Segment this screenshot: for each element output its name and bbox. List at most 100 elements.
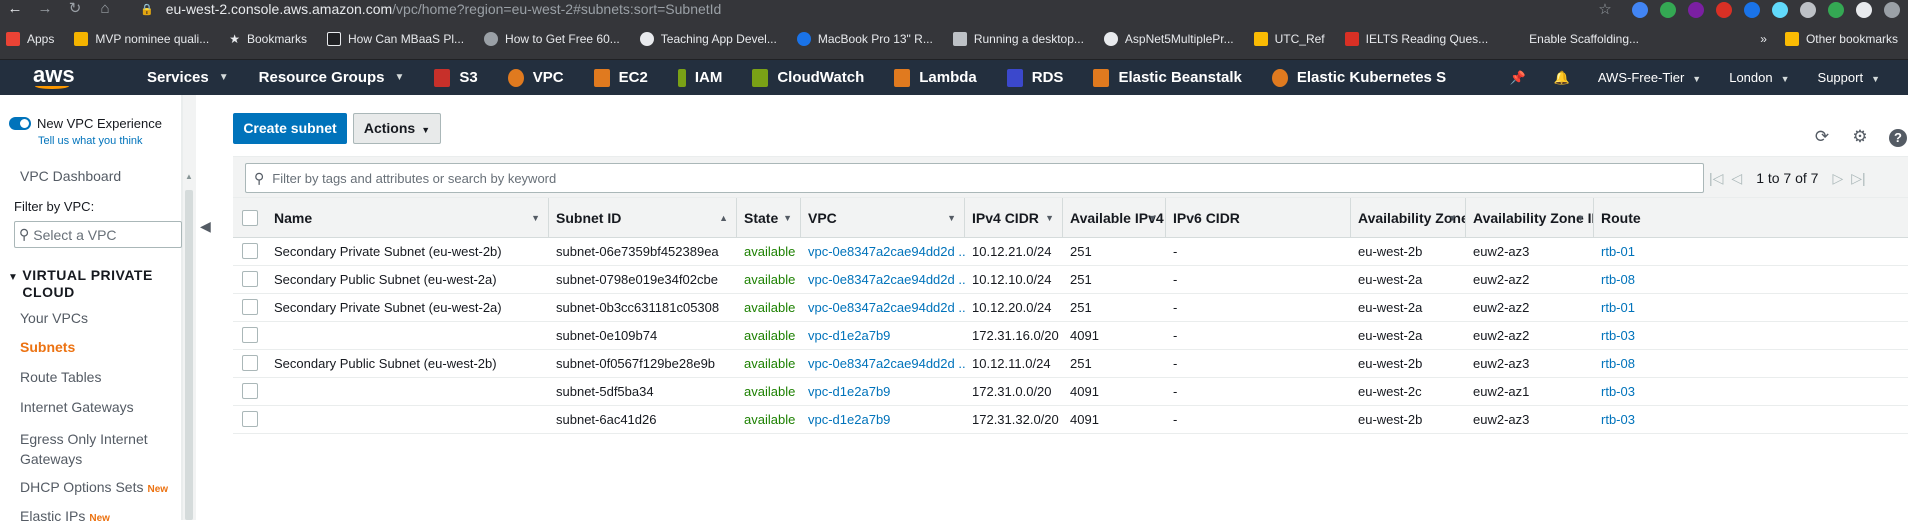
table-row[interactable]: Secondary Private Subnet (eu-west-2b) sub… xyxy=(233,238,1908,266)
create-subnet-button[interactable]: Create subnet xyxy=(233,113,347,144)
sidebar-item-vpc-dashboard[interactable]: VPC Dashboard xyxy=(20,168,121,184)
shortcut-rds[interactable]: RDS xyxy=(1006,68,1063,87)
shortcut-vpc[interactable]: VPC xyxy=(507,68,564,87)
shortcut-iam[interactable]: IAM xyxy=(677,68,722,87)
profile-avatar[interactable] xyxy=(1884,2,1900,18)
pin-icon[interactable]: 📌 xyxy=(1509,70,1525,86)
bookmark-item[interactable]: UTC_Ref xyxy=(1253,31,1325,46)
bookmark-item[interactable]: How Can MBaaS Pl... xyxy=(327,31,464,46)
sidebar-scroll-thumb[interactable] xyxy=(185,190,193,520)
bookmark-item[interactable]: MVP nominee quali... xyxy=(74,31,209,46)
extension-icon[interactable] xyxy=(1800,2,1816,18)
star-icon[interactable]: ☆ xyxy=(1590,1,1620,19)
route-table-link[interactable]: rtb-01 xyxy=(1594,294,1654,322)
scroll-up-icon[interactable]: ▲ xyxy=(185,172,193,181)
shortcut-elastic-beanstalk[interactable]: Elastic Beanstalk xyxy=(1093,68,1242,87)
last-page-icon[interactable]: ▷| xyxy=(1851,170,1865,187)
feedback-link[interactable]: Tell us what you think xyxy=(38,135,143,147)
row-checkbox[interactable] xyxy=(242,299,258,315)
extension-icon[interactable] xyxy=(1744,2,1760,18)
bookmark-item[interactable]: How to Get Free 60... xyxy=(484,31,620,46)
first-page-icon[interactable]: |◁ xyxy=(1709,170,1723,187)
grammarly-icon[interactable] xyxy=(1660,2,1676,18)
actions-button[interactable]: Actions ▼ xyxy=(353,113,441,144)
sidebar-item-your-vpcs[interactable]: Your VPCs xyxy=(20,310,88,326)
bookmark-item[interactable]: AspNet5MultiplePr... xyxy=(1103,31,1234,46)
column-header-ipv4-cidr[interactable]: IPv4 CIDR ▼ xyxy=(965,198,1063,238)
react-devtools-icon[interactable] xyxy=(1772,2,1788,18)
address-field[interactable]: 🔒 eu-west-2.console.aws.amazon.com /vpc/… xyxy=(140,0,721,18)
translate-icon[interactable] xyxy=(1632,2,1648,18)
home-icon[interactable]: ⌂ xyxy=(90,0,120,18)
extension-icon[interactable] xyxy=(1716,2,1732,18)
route-table-link[interactable]: rtb-03 xyxy=(1594,378,1654,406)
refresh-icon[interactable]: ⟳ xyxy=(1812,127,1832,147)
column-header-route-table[interactable]: Route xyxy=(1594,198,1654,238)
vpc-link[interactable]: vpc-0e8347a2cae94dd2d ... xyxy=(801,350,965,378)
sidebar-item-subnets[interactable]: Subnets xyxy=(20,339,75,355)
vpc-select[interactable]: ⚲ Select a VPC xyxy=(14,221,182,248)
vpc-link[interactable]: vpc-0e8347a2cae94dd2d ... xyxy=(801,266,965,294)
table-row[interactable]: subnet-5df5ba34 available vpc-d1e2a7b9 172.… xyxy=(233,378,1908,406)
aws-logo[interactable]: aws xyxy=(33,63,103,89)
column-header-state[interactable]: State ▼ xyxy=(737,198,801,238)
table-row[interactable]: subnet-6ac41d26 available vpc-d1e2a7b9 172.… xyxy=(233,406,1908,434)
route-table-link[interactable]: rtb-08 xyxy=(1594,266,1654,294)
row-checkbox[interactable] xyxy=(242,327,258,343)
shortcut-s3[interactable]: S3 xyxy=(434,68,478,87)
vpc-link[interactable]: vpc-d1e2a7b9 xyxy=(801,322,965,350)
forward-icon[interactable]: → xyxy=(30,0,60,18)
sidebar-item-internet-gateways[interactable]: Internet Gateways xyxy=(20,399,134,415)
chevron-more-icon[interactable]: » xyxy=(1760,32,1767,46)
column-header-name[interactable]: Name ▼ xyxy=(267,198,549,238)
services-menu[interactable]: Services ▼ xyxy=(147,69,229,86)
extension-icon[interactable] xyxy=(1688,2,1704,18)
bookmark-item[interactable]: Running a desktop... xyxy=(952,31,1084,46)
table-row[interactable]: Secondary Public Subnet (eu-west-2a) subn… xyxy=(233,266,1908,294)
bookmark-item[interactable]: MacBook Pro 13" R... xyxy=(796,31,933,46)
extension-icon[interactable] xyxy=(1856,2,1872,18)
shortcut-ec2[interactable]: EC2 xyxy=(593,68,648,87)
bookmark-item[interactable]: Teaching App Devel... xyxy=(639,31,777,46)
bell-icon[interactable]: 🔔 xyxy=(1554,70,1570,86)
bookmark-item[interactable]: Apps xyxy=(6,31,54,46)
filter-input[interactable]: ⚲ Filter by tags and attributes or searc… xyxy=(245,163,1704,193)
back-icon[interactable]: ← xyxy=(0,0,30,18)
table-row[interactable]: Secondary Public Subnet (eu-west-2b) subn… xyxy=(233,350,1908,378)
vpc-link[interactable]: vpc-d1e2a7b9 xyxy=(801,378,965,406)
resource-groups-menu[interactable]: Resource Groups ▼ xyxy=(259,69,405,86)
column-header-availability-zone-id[interactable]: Availability Zone ID ▼ xyxy=(1466,198,1594,238)
row-checkbox[interactable] xyxy=(242,383,258,399)
sidebar-item-dhcp-options[interactable]: DHCP Options Sets New xyxy=(20,479,168,495)
column-header-available-ipv4[interactable]: Available IPv4 . ▼ xyxy=(1063,198,1166,238)
vpc-link[interactable]: vpc-0e8347a2cae94dd2d ... xyxy=(801,238,965,266)
prev-page-icon[interactable]: ◁ xyxy=(1731,170,1742,187)
shortcut-lambda[interactable]: Lambda xyxy=(894,68,977,87)
shortcut-cloudwatch[interactable]: CloudWatch xyxy=(752,68,864,87)
table-row[interactable]: subnet-0e109b74 available vpc-d1e2a7b9 172.… xyxy=(233,322,1908,350)
reload-icon[interactable]: ↻ xyxy=(60,0,90,18)
column-header-subnet-id[interactable]: Subnet ID ▲ xyxy=(549,198,737,238)
collapse-sidebar-icon[interactable]: ◀ xyxy=(200,218,211,235)
new-experience-toggle[interactable] xyxy=(9,117,31,130)
bookmark-item[interactable]: Enable Scaffolding... xyxy=(1508,31,1639,46)
extension-icon[interactable] xyxy=(1828,2,1844,18)
route-table-link[interactable]: rtb-03 xyxy=(1594,322,1654,350)
account-menu[interactable]: AWS-Free-Tier ▼ xyxy=(1598,70,1701,85)
table-row[interactable]: Secondary Private Subnet (eu-west-2a) sub… xyxy=(233,294,1908,322)
bookmark-item[interactable]: IELTS Reading Ques... xyxy=(1344,31,1488,46)
column-header-ipv6-cidr[interactable]: IPv6 CIDR xyxy=(1166,198,1351,238)
row-checkbox[interactable] xyxy=(242,271,258,287)
vpc-link[interactable]: vpc-0e8347a2cae94dd2d ... xyxy=(801,294,965,322)
other-bookmarks[interactable]: Other bookmarks xyxy=(1806,32,1898,46)
sidebar-item-route-tables[interactable]: Route Tables xyxy=(20,369,101,385)
route-table-link[interactable]: rtb-08 xyxy=(1594,350,1654,378)
next-page-icon[interactable]: ▷ xyxy=(1832,170,1843,187)
section-virtual-private-cloud[interactable]: ▼ VIRTUAL PRIVATE CLOUD xyxy=(8,267,177,301)
region-menu[interactable]: London ▼ xyxy=(1729,70,1789,85)
row-checkbox[interactable] xyxy=(242,411,258,427)
bookmark-item[interactable]: ★ Bookmarks xyxy=(229,32,307,46)
help-icon[interactable]: ? xyxy=(1888,127,1908,147)
row-checkbox[interactable] xyxy=(242,355,258,371)
select-all-checkbox[interactable] xyxy=(242,210,258,226)
